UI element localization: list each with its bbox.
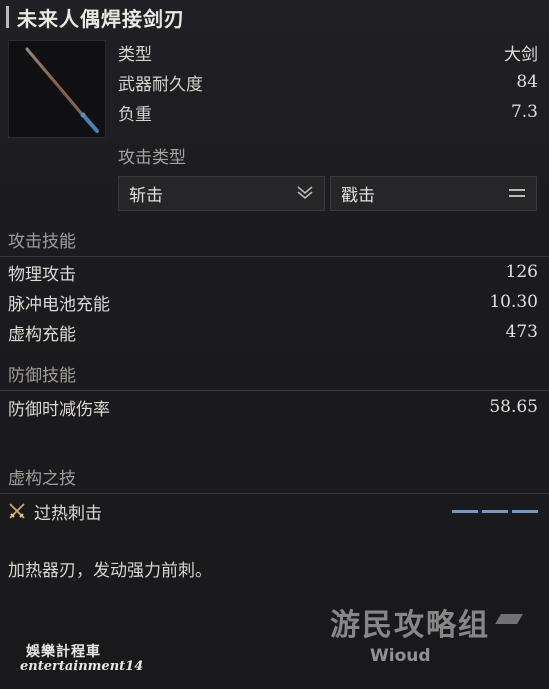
stat-row-physical-attack: 物理攻击 126 (8, 258, 538, 286)
stat-value: 10.30 (489, 292, 538, 312)
attack-skill-header: 攻击技能 (8, 232, 76, 252)
charge-bar (452, 509, 478, 513)
prop-value: 7.3 (510, 102, 538, 122)
attack-type-name: 斩击 (129, 186, 163, 206)
prop-label: 负重 (118, 104, 152, 125)
attack-type-slash: 斩击 (118, 176, 325, 211)
fable-skill-row: 过热刺击 (8, 497, 538, 525)
prop-row-type: 类型 大剑 (118, 38, 538, 66)
stat-row-damage-reduction: 防御时减伤率 58.65 (8, 393, 538, 421)
title-accent (6, 6, 9, 28)
stat-value: 126 (505, 262, 538, 282)
item-title: 未来人偶焊接剑刃 (17, 6, 185, 31)
defense-skill-header: 防御技能 (8, 366, 76, 386)
divider (0, 256, 549, 257)
prop-row-weight: 负重 7.3 (118, 98, 538, 126)
stat-label: 脉冲电池充能 (8, 294, 110, 315)
prop-value: 大剑 (504, 44, 538, 65)
item-thumbnail (8, 40, 106, 138)
attack-type-label: 攻击类型 (118, 148, 186, 168)
sword-icon (25, 47, 99, 133)
charge-bar (512, 509, 538, 513)
site-watermark: 游民攻略组 Wioud (330, 600, 530, 670)
watermark-slash (495, 614, 523, 624)
fable-skill-name: 过热刺击 (34, 503, 102, 524)
charge-bar (482, 509, 508, 513)
divider (0, 390, 549, 391)
stat-label: 物理攻击 (8, 264, 76, 285)
stat-label: 防御时减伤率 (8, 399, 110, 420)
title-bar: 未来人偶焊接剑刃 (6, 4, 185, 31)
stat-row-pulse-charge: 脉冲电池充能 10.30 (8, 288, 538, 316)
stat-value: 58.65 (489, 397, 538, 417)
item-detail-panel: 未来人偶焊接剑刃 类型 大剑 武器耐久度 84 负重 7.3 攻击类型 斩击 戳… (0, 0, 549, 689)
prop-label: 类型 (118, 44, 152, 65)
channel-watermark: 娛樂計程車 entertainment14 (20, 644, 144, 675)
stat-label: 虚构充能 (8, 324, 76, 345)
prop-label: 武器耐久度 (118, 74, 203, 95)
item-description: 加热器刃，发动强力前刺。 (8, 561, 212, 581)
divider (0, 493, 549, 494)
prop-row-durability: 武器耐久度 84 (118, 68, 538, 96)
attack-type-thrust: 戳击 (330, 176, 537, 211)
crossed-swords-icon (9, 503, 25, 519)
fable-skill-header: 虚构之技 (8, 469, 76, 489)
stat-row-fable-charge: 虚构充能 473 (8, 318, 538, 346)
watermark-author: Wioud (370, 646, 431, 666)
watermark-channel-handle: entertainment14 (20, 659, 144, 675)
stat-value: 473 (505, 322, 538, 342)
fable-skill-charge-bars (452, 509, 538, 513)
slash-chevron-icon (296, 184, 314, 204)
watermark-logo-text: 游民攻略组 (330, 608, 490, 643)
watermark-channel-name: 娛樂計程車 (26, 644, 101, 660)
attack-type-name: 戳击 (341, 186, 375, 206)
thrust-equals-icon (508, 185, 526, 203)
prop-value: 84 (516, 72, 538, 92)
